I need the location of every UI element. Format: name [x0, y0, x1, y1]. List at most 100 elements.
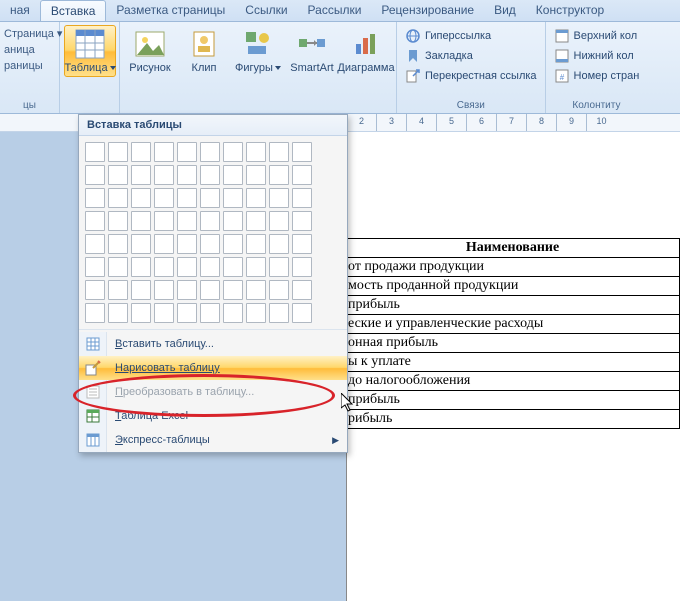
grid-cell[interactable]	[177, 165, 197, 185]
blank-page[interactable]: аница	[4, 42, 55, 58]
grid-cell[interactable]	[131, 234, 151, 254]
grid-cell[interactable]	[200, 257, 220, 277]
grid-cell[interactable]	[292, 257, 312, 277]
grid-cell[interactable]	[223, 188, 243, 208]
table-row[interactable]: прибыль	[348, 296, 680, 315]
grid-cell[interactable]	[223, 211, 243, 231]
dropdown-item-draw[interactable]: Нарисовать таблицу	[79, 356, 347, 380]
grid-cell[interactable]	[269, 165, 289, 185]
tab-page-layout[interactable]: Разметка страницы	[106, 0, 235, 21]
grid-cell[interactable]	[292, 234, 312, 254]
smartart-button[interactable]: SmartArt	[286, 25, 338, 77]
grid-cell[interactable]	[246, 211, 266, 231]
grid-cell[interactable]	[177, 303, 197, 323]
grid-cell[interactable]	[177, 257, 197, 277]
grid-cell[interactable]	[177, 188, 197, 208]
dropdown-item-quick[interactable]: Экспресс-таблицы▶	[79, 428, 347, 452]
dropdown-item-insert[interactable]: Вставить таблицу...	[79, 332, 347, 356]
grid-cell[interactable]	[85, 188, 105, 208]
grid-cell[interactable]	[131, 165, 151, 185]
grid-cell[interactable]	[85, 165, 105, 185]
grid-cell[interactable]	[177, 142, 197, 162]
grid-cell[interactable]	[223, 165, 243, 185]
tab-insert[interactable]: Вставка	[40, 0, 107, 21]
grid-cell[interactable]	[246, 303, 266, 323]
grid-cell[interactable]	[131, 142, 151, 162]
grid-cell[interactable]	[246, 280, 266, 300]
grid-cell[interactable]	[108, 142, 128, 162]
picture-button[interactable]: Рисунок	[124, 25, 176, 77]
grid-cell[interactable]	[246, 142, 266, 162]
tab-home[interactable]: ная	[0, 0, 40, 21]
grid-cell[interactable]	[177, 280, 197, 300]
grid-cell[interactable]	[223, 234, 243, 254]
page-break[interactable]: раницы	[4, 58, 55, 74]
grid-cell[interactable]	[108, 211, 128, 231]
grid-cell[interactable]	[108, 280, 128, 300]
grid-cell[interactable]	[200, 142, 220, 162]
grid-cell[interactable]	[246, 165, 266, 185]
table-row[interactable]: рибыль	[348, 410, 680, 429]
grid-cell[interactable]	[269, 257, 289, 277]
grid-cell[interactable]	[108, 257, 128, 277]
grid-cell[interactable]	[85, 280, 105, 300]
tab-review[interactable]: Рецензирование	[371, 0, 484, 21]
table-row[interactable]: прибыль	[348, 391, 680, 410]
footer-button[interactable]: Нижний кол	[550, 47, 644, 65]
grid-cell[interactable]	[154, 188, 174, 208]
table-row[interactable]: онная прибыль	[348, 334, 680, 353]
grid-cell[interactable]	[269, 211, 289, 231]
tab-references[interactable]: Ссылки	[235, 0, 297, 21]
dropdown-item-excel[interactable]: Таблица Excel	[79, 404, 347, 428]
grid-cell[interactable]	[85, 211, 105, 231]
grid-cell[interactable]	[154, 211, 174, 231]
table-button[interactable]: Таблица	[64, 25, 116, 77]
grid-cell[interactable]	[131, 188, 151, 208]
grid-cell[interactable]	[200, 165, 220, 185]
grid-cell[interactable]	[200, 211, 220, 231]
table-row[interactable]: еские и управленческие расходы	[348, 315, 680, 334]
grid-cell[interactable]	[292, 188, 312, 208]
page-number-button[interactable]: # Номер стран	[550, 67, 644, 85]
tab-mailings[interactable]: Рассылки	[298, 0, 372, 21]
grid-cell[interactable]	[154, 280, 174, 300]
grid-cell[interactable]	[85, 234, 105, 254]
grid-cell[interactable]	[85, 303, 105, 323]
grid-cell[interactable]	[246, 257, 266, 277]
grid-cell[interactable]	[85, 257, 105, 277]
grid-cell[interactable]	[131, 303, 151, 323]
grid-cell[interactable]	[154, 165, 174, 185]
document-page[interactable]: Наименование от продажи продукции мость …	[346, 132, 680, 601]
grid-cell[interactable]	[131, 257, 151, 277]
grid-cell[interactable]	[269, 280, 289, 300]
grid-cell[interactable]	[223, 257, 243, 277]
grid-cell[interactable]	[108, 188, 128, 208]
grid-cell[interactable]	[177, 234, 197, 254]
grid-cell[interactable]	[200, 303, 220, 323]
grid-cell[interactable]	[200, 188, 220, 208]
grid-cell[interactable]	[200, 280, 220, 300]
grid-cell[interactable]	[292, 303, 312, 323]
grid-cell[interactable]	[269, 303, 289, 323]
document-table[interactable]: Наименование от продажи продукции мость …	[347, 238, 680, 429]
grid-cell[interactable]	[154, 142, 174, 162]
table-row[interactable]: ы к уплате	[348, 353, 680, 372]
header-button[interactable]: Верхний кол	[550, 27, 644, 45]
grid-cell[interactable]	[292, 165, 312, 185]
grid-cell[interactable]	[85, 142, 105, 162]
grid-cell[interactable]	[154, 257, 174, 277]
crossref-button[interactable]: Перекрестная ссылка	[401, 67, 541, 85]
grid-cell[interactable]	[154, 234, 174, 254]
tab-view[interactable]: Вид	[484, 0, 526, 21]
grid-cell[interactable]	[269, 234, 289, 254]
clip-button[interactable]: Клип	[178, 25, 230, 77]
grid-cell[interactable]	[154, 303, 174, 323]
grid-cell[interactable]	[269, 142, 289, 162]
grid-cell[interactable]	[108, 165, 128, 185]
grid-cell[interactable]	[223, 280, 243, 300]
hyperlink-button[interactable]: Гиперссылка	[401, 27, 541, 45]
grid-cell[interactable]	[108, 303, 128, 323]
grid-cell[interactable]	[223, 303, 243, 323]
insert-table-grid[interactable]	[85, 142, 341, 323]
grid-cell[interactable]	[292, 142, 312, 162]
